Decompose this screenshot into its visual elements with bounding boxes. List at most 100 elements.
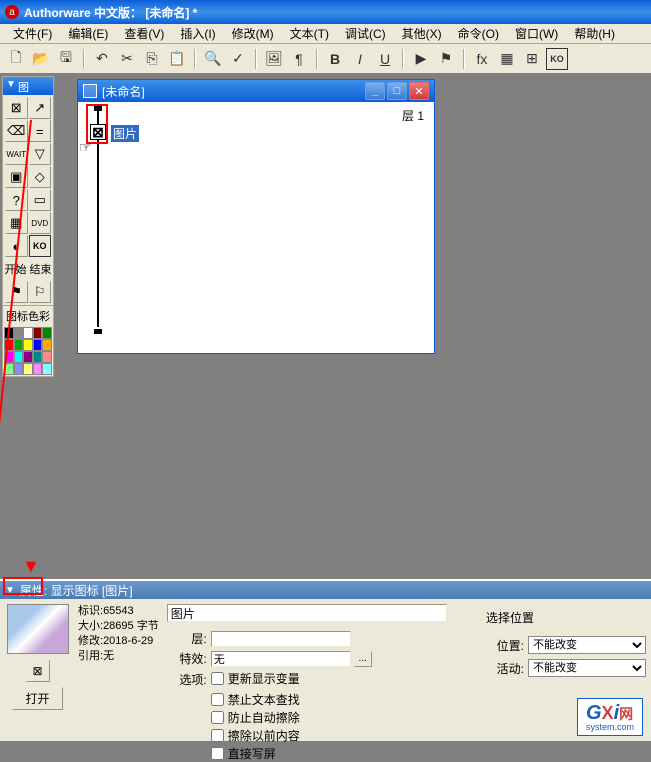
spell-button[interactable]: ✓ [227, 48, 249, 70]
flow-titlebar[interactable]: [未命名] _ □ ✕ [78, 80, 434, 102]
pos-select[interactable]: 不能改变 [528, 636, 646, 654]
ko-button[interactable]: KO [546, 48, 568, 70]
decision-icon[interactable]: ◇ [29, 166, 52, 188]
color-swatch[interactable] [4, 327, 14, 339]
chk3-label: 防止自动擦除 [228, 709, 300, 726]
color-swatch[interactable] [42, 351, 52, 363]
color-swatch[interactable] [14, 339, 24, 351]
interaction-icon[interactable]: ? [5, 189, 28, 211]
window-titlebar: a Authorware 中文版： [未命名] * [0, 0, 651, 24]
save-button[interactable]: 🖫 [55, 48, 77, 70]
image-button[interactable]: 🖼 [263, 48, 285, 70]
color-swatch[interactable] [42, 327, 52, 339]
minimize-button[interactable]: _ [365, 82, 385, 100]
open-button[interactable]: 打开 [12, 687, 62, 710]
fx-browse-button[interactable]: ... [354, 651, 372, 667]
wait-icon[interactable]: WAIT [5, 143, 28, 165]
menu-window[interactable]: 窗口(W) [507, 23, 566, 44]
name-input[interactable] [167, 604, 447, 622]
var-button[interactable]: ▦ [496, 48, 518, 70]
color-swatch[interactable] [4, 363, 14, 375]
menu-debug[interactable]: 调试(C) [337, 23, 394, 44]
map-icon[interactable]: ▭ [29, 189, 52, 211]
menu-view[interactable]: 查看(V) [116, 23, 172, 44]
chk-erase-prev[interactable] [211, 729, 224, 742]
style-button[interactable]: ¶ [288, 48, 310, 70]
framework-icon[interactable]: ▣ [5, 166, 28, 188]
menu-insert[interactable]: 插入(I) [172, 23, 223, 44]
bold-button[interactable]: B [324, 48, 346, 70]
nav-icon[interactable]: ▽ [29, 143, 52, 165]
chk-update-vars[interactable] [211, 672, 224, 685]
menu-cmd[interactable]: 命令(O) [450, 23, 507, 44]
color-swatch[interactable] [14, 351, 24, 363]
chk-prevent-erase[interactable] [211, 711, 224, 724]
chk5-label: 直接写屏 [228, 745, 276, 762]
fx-label: 特效: [167, 650, 207, 667]
separator [255, 49, 257, 69]
fx-input[interactable] [211, 651, 351, 667]
ko-icon[interactable]: KO [29, 235, 52, 257]
new-button[interactable]: 🗋 [5, 48, 27, 70]
color-swatch[interactable] [42, 363, 52, 375]
start-flag[interactable]: ⚑ [5, 281, 28, 303]
motion-icon[interactable]: ↗ [29, 97, 52, 119]
icon-grid: ⊠ ↗ ⌫ = WAIT ▽ ▣ ◇ ? ▭ ▦ DVD ◐ KO [3, 95, 53, 259]
copy-button[interactable]: ⎘ [141, 48, 163, 70]
func-button[interactable]: fx [471, 48, 493, 70]
preview-button[interactable]: ⊠ [26, 660, 50, 682]
find-button[interactable]: 🔍 [202, 48, 224, 70]
undo-button[interactable]: ↶ [91, 48, 113, 70]
end-flag[interactable]: ⚐ [29, 281, 52, 303]
erase-icon[interactable]: ⌫ [5, 120, 28, 142]
color-swatch[interactable] [4, 351, 14, 363]
color-swatch[interactable] [14, 327, 24, 339]
wm-sys: system.com [586, 722, 634, 732]
node-label[interactable]: 图片 [111, 125, 139, 142]
close-button[interactable]: ✕ [409, 82, 429, 100]
chk-direct-screen[interactable] [211, 747, 224, 760]
layer-input[interactable] [211, 631, 351, 647]
menu-edit[interactable]: 编辑(E) [60, 23, 116, 44]
open-button[interactable]: 📂 [30, 48, 52, 70]
color-swatch[interactable] [14, 363, 24, 375]
run-button[interactable]: ▶ [410, 48, 432, 70]
digital-icon[interactable]: ▦ [5, 212, 28, 234]
menu-help[interactable]: 帮助(H) [566, 23, 623, 44]
props-left: ⊠ 打开 [5, 604, 70, 736]
menu-modify[interactable]: 修改(M) [224, 23, 282, 44]
dvd-icon[interactable]: DVD [29, 212, 52, 234]
color-swatch[interactable] [23, 339, 33, 351]
color-swatch[interactable] [33, 351, 43, 363]
menu-file[interactable]: 文件(F) [5, 23, 60, 44]
color-swatch[interactable] [33, 339, 43, 351]
paste-button[interactable]: 📋 [166, 48, 188, 70]
ctrl-button[interactable]: ⚑ [435, 48, 457, 70]
flow-body[interactable]: 层 1 ☞ ⊠ 图片 [78, 102, 434, 353]
color-swatch[interactable] [23, 363, 33, 375]
color-swatch[interactable] [23, 351, 33, 363]
chk-no-text-search[interactable] [211, 693, 224, 706]
calc-icon[interactable]: = [29, 120, 52, 142]
props-title[interactable]: ▼属性: 显示图标 [图片] [0, 581, 651, 599]
display-icon[interactable]: ⊠ [5, 97, 28, 119]
color-swatch[interactable] [33, 327, 43, 339]
menu-text[interactable]: 文本(T) [282, 23, 337, 44]
display-node[interactable]: ⊠ [90, 124, 106, 140]
menu-other[interactable]: 其他(X) [394, 23, 450, 44]
underline-button[interactable]: U [374, 48, 396, 70]
size-value: 28695 字节 [103, 620, 159, 632]
start-end-row: 开始 结束 [3, 259, 53, 279]
calc-button[interactable]: ⊞ [521, 48, 543, 70]
color-swatch[interactable] [42, 339, 52, 351]
color-swatch[interactable] [23, 327, 33, 339]
color-swatch[interactable] [33, 363, 43, 375]
color-swatch[interactable] [4, 339, 14, 351]
italic-button[interactable]: I [349, 48, 371, 70]
sound-icon[interactable]: ◐ [5, 235, 28, 257]
maximize-button[interactable]: □ [387, 82, 407, 100]
cut-button[interactable]: ✂ [116, 48, 138, 70]
act-select[interactable]: 不能改变 [528, 659, 646, 677]
app-icon: a [5, 5, 19, 19]
id-label: 标识: [78, 605, 103, 617]
